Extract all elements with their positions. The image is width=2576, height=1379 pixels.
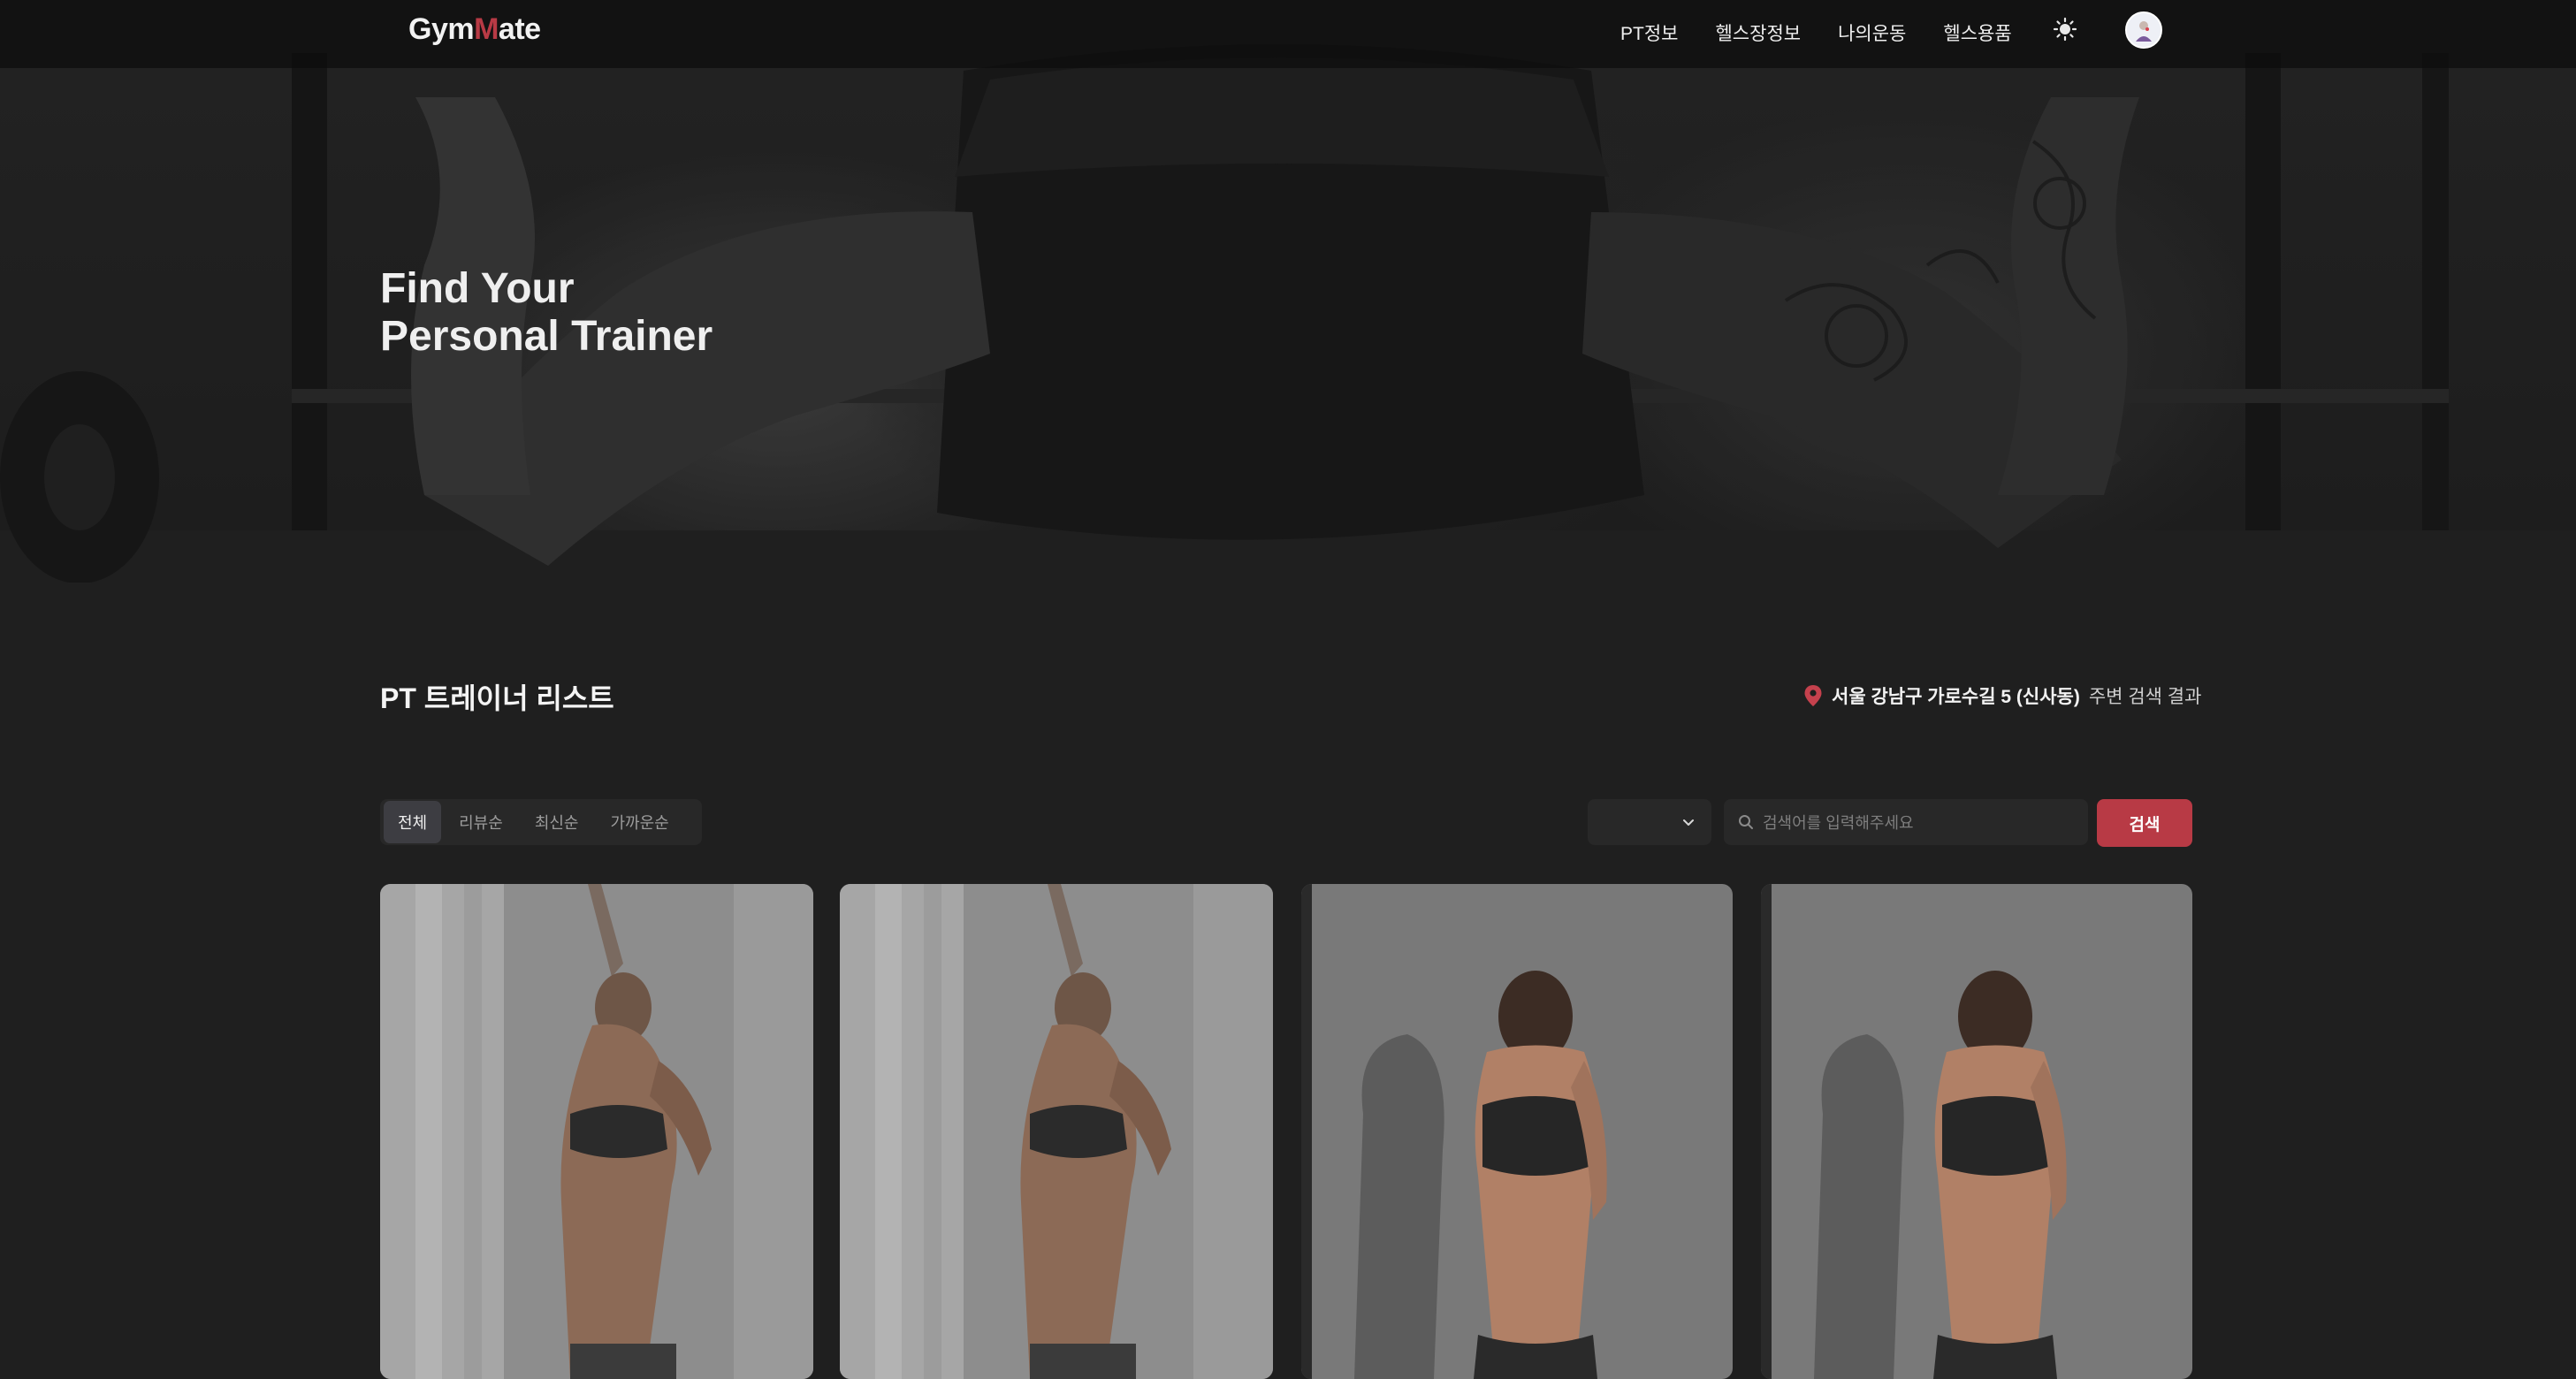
- trainer-card[interactable]: [840, 884, 1273, 1379]
- trainer-photo: [1301, 884, 1733, 1379]
- sort-tab-all[interactable]: 전체: [384, 801, 442, 843]
- trainer-photo: [840, 884, 1273, 1379]
- chevron-down-icon: [1681, 815, 1696, 829]
- trainer-photo: [1761, 884, 2192, 1379]
- user-avatar[interactable]: [2125, 11, 2162, 49]
- location-result-label: 주변 검색 결과: [2088, 687, 2202, 707]
- nav-item-my-workout[interactable]: 나의운동: [1838, 19, 1906, 46]
- gymmate-logo[interactable]: GymMate: [408, 12, 541, 47]
- sort-tabs: 전체 리뷰순 최신순 가까운순: [380, 799, 702, 845]
- sort-tab-nearest[interactable]: 가까운순: [597, 801, 683, 843]
- nav-item-fitness-goods[interactable]: 헬스용품: [1943, 19, 2011, 46]
- trainer-card[interactable]: [1761, 884, 2192, 1379]
- search-field: [1724, 799, 2088, 847]
- main-nav: PT정보 헬스장정보 나의운동 헬스용품: [1620, 19, 2012, 46]
- trainer-card[interactable]: [380, 884, 813, 1379]
- sort-tab-reviews[interactable]: 리뷰순: [445, 801, 517, 843]
- nav-item-pt-info[interactable]: PT정보: [1620, 19, 1678, 46]
- location-address: 서울 강남구 가로수길 5 (신사동): [1832, 687, 2080, 707]
- search-icon: [1738, 814, 1754, 830]
- location-info: 서울 강남구 가로수길 5 (신사동) 주변 검색 결과: [1803, 682, 2201, 709]
- category-select[interactable]: [1588, 799, 1711, 845]
- trainer-card[interactable]: [1301, 884, 1733, 1379]
- nav-item-gym-info[interactable]: 헬스장정보: [1715, 19, 1801, 46]
- sort-tab-latest[interactable]: 최신순: [521, 801, 593, 843]
- trainer-photo: [380, 884, 813, 1379]
- section-title: PT 트레이너 리스트: [380, 682, 614, 714]
- top-navigation-bar: GymMate PT정보 헬스장정보 나의운동 헬스용품: [0, 0, 2576, 68]
- hero-banner: Find Your Personal Trainer: [0, 0, 2576, 583]
- sun-icon[interactable]: [2053, 17, 2077, 42]
- search-input[interactable]: [1761, 799, 2083, 847]
- hero-title: Find Your Personal Trainer: [380, 265, 713, 360]
- location-pin-icon: [1803, 684, 1823, 707]
- search-button[interactable]: 검색: [2097, 799, 2192, 847]
